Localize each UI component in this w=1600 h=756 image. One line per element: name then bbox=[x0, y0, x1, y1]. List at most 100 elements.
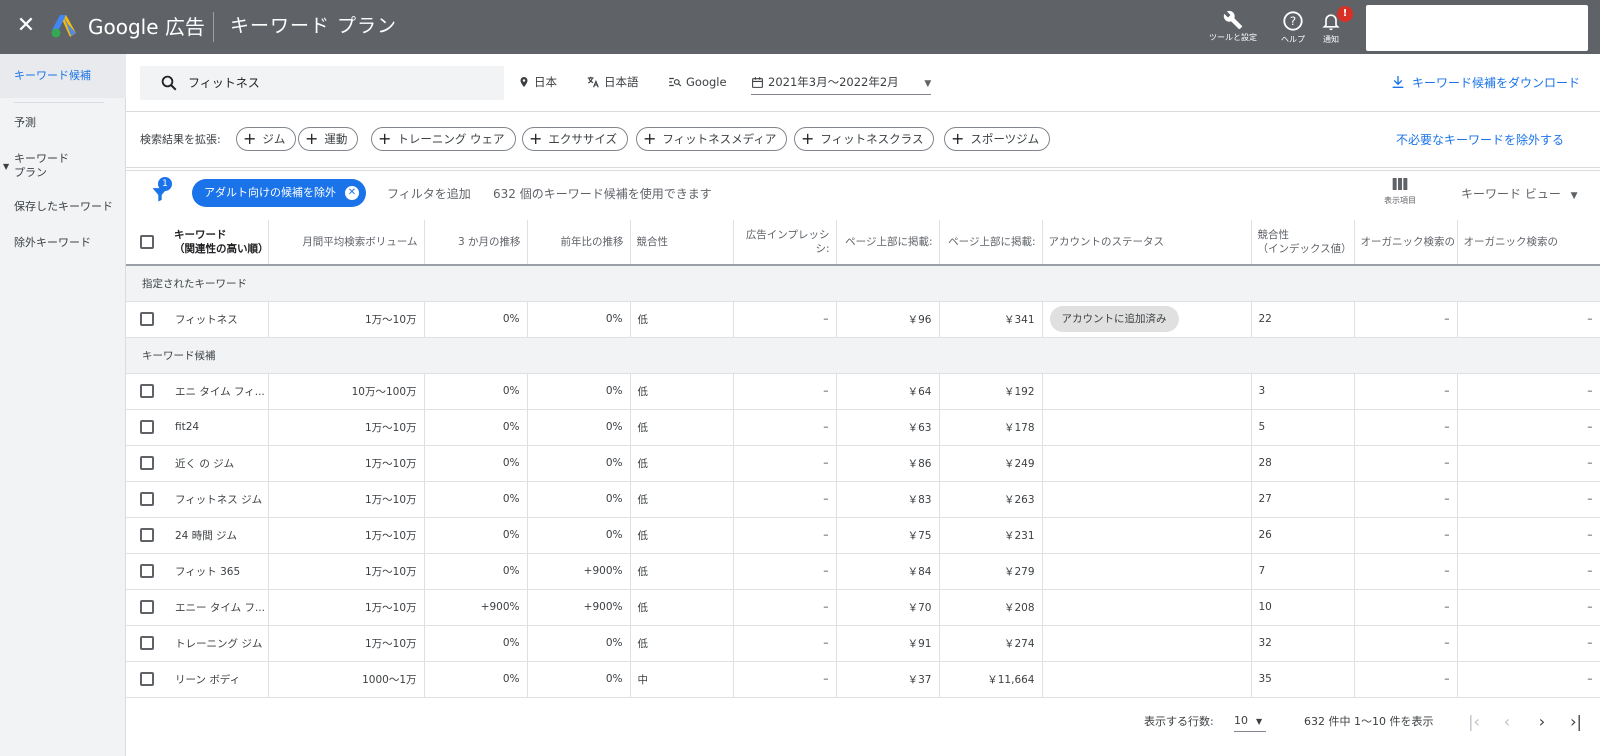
row-checkbox-cell bbox=[126, 481, 168, 518]
header-volume[interactable]: 月間平均検索ボリューム bbox=[268, 220, 425, 266]
columns-button[interactable]: 表示項目 bbox=[1378, 177, 1422, 206]
account-selector[interactable] bbox=[1366, 5, 1588, 51]
expand-chip[interactable]: + トレーニング ウェア bbox=[371, 127, 516, 151]
rows-per-page-select[interactable]: 10 ▼ bbox=[1234, 712, 1266, 732]
top-bid-high-cell: ￥249 bbox=[939, 445, 1043, 482]
table-row[interactable]: エニ タイム フィ... 10万～100万 0% 0% 低 – ￥64 ￥192 3– – bbox=[126, 373, 1600, 410]
table-row[interactable]: リーン ボディ 1000～1万 0% 0% 中 – ￥37 ￥11,664 35– – bbox=[126, 661, 1600, 698]
top-bid-high-cell: ￥279 bbox=[939, 553, 1043, 590]
network-selector[interactable]: Google bbox=[668, 74, 727, 90]
top-bid-high-cell: ￥178 bbox=[939, 409, 1043, 446]
sidebar-item-forecast[interactable]: 予測 bbox=[0, 116, 126, 130]
yoy-cell: +900% bbox=[527, 589, 631, 626]
row-checkbox[interactable] bbox=[140, 384, 154, 398]
kw-cell: エニ タイム フィ... bbox=[168, 373, 269, 410]
header-top-bid-high[interactable]: ページ上部に掲載: bbox=[939, 220, 1043, 266]
table-row[interactable]: フィットネス ジム 1万～10万 0% 0% 低 – ￥83 ￥263 27– – bbox=[126, 481, 1600, 518]
header-organic-2[interactable]: オーガニック検索の bbox=[1457, 220, 1600, 266]
sidebar: キーワード候補 予測 ▼ キーワード プラン 保存したキーワード 除外キーワード bbox=[0, 54, 126, 756]
plus-icon: + bbox=[643, 129, 657, 148]
header-top-bid-low[interactable]: ページ上部に掲載: bbox=[836, 220, 940, 266]
table-row[interactable]: フィット 365 1万～10万 0% +900% 低 – ￥84 ￥279 7– – bbox=[126, 553, 1600, 590]
expand-chip[interactable]: + スポーツジム bbox=[944, 127, 1051, 151]
table-row[interactable]: fit24 1万～10万 0% 0% 低 – ￥63 ￥178 5– – bbox=[126, 409, 1600, 446]
header-keyword[interactable]: キーワード （関連性の高い順） bbox=[168, 220, 269, 266]
status-chip: アカウントに追加済み bbox=[1049, 306, 1179, 332]
header-competition-index[interactable]: 競合性 （インデックス値） bbox=[1251, 220, 1355, 266]
row-checkbox-cell bbox=[126, 409, 168, 446]
sidebar-item-saved-keywords[interactable]: 保存したキーワード bbox=[0, 200, 126, 214]
exclude-keywords-link[interactable]: 不必要なキーワードを除外する bbox=[1396, 132, 1564, 148]
last-page-icon[interactable]: ›| bbox=[1566, 712, 1586, 732]
chip-label: フィットネスメディア bbox=[662, 132, 777, 146]
competition-index-cell: 22 bbox=[1251, 301, 1355, 338]
account-status-cell bbox=[1042, 589, 1252, 626]
translate-icon bbox=[587, 76, 599, 88]
organic-2-cell: – bbox=[1457, 517, 1600, 554]
top-bid-low-cell: ￥91 bbox=[836, 625, 940, 662]
notification-badge: ! bbox=[1337, 6, 1353, 22]
row-checkbox[interactable] bbox=[140, 564, 154, 578]
expand-chip[interactable]: + エクササイズ bbox=[522, 127, 629, 151]
pagination: 表示する行数: 10 ▼ 632 件中 1～10 件を表示 |‹ ‹ › ›| bbox=[126, 702, 1600, 742]
notifications-label: 通知 bbox=[1323, 35, 1339, 44]
competition-cell: 中 bbox=[630, 661, 734, 698]
header-account-status[interactable]: アカウントのステータス bbox=[1042, 220, 1252, 266]
row-checkbox[interactable] bbox=[140, 528, 154, 542]
plus-icon: + bbox=[529, 129, 543, 148]
table-row[interactable]: エニー タイム フ... 1万～10万 +900% +900% 低 – ￥70 ￥208 10–… bbox=[126, 589, 1600, 626]
sidebar-item-keyword-plan[interactable]: キーワード プラン bbox=[0, 152, 80, 180]
notifications-button[interactable]: ! 通知 bbox=[1305, 6, 1357, 54]
header-impression-share[interactable]: 広告インプレッシ シ: bbox=[733, 220, 837, 266]
expand-chip[interactable]: + 運動 bbox=[298, 127, 359, 151]
row-checkbox[interactable] bbox=[140, 312, 154, 326]
active-filter-chip[interactable]: アダルト向けの候補を除外 ✕ bbox=[192, 179, 366, 207]
expand-results-row: 検索結果を拡張: + ジム + 運動 + トレーニング ウェア + エクササイズ + フィ… bbox=[126, 112, 1600, 168]
search-query: フィットネス bbox=[188, 76, 260, 90]
row-checkbox[interactable] bbox=[140, 600, 154, 614]
account-status-cell bbox=[1042, 625, 1252, 662]
sidebar-item-negative-keywords[interactable]: 除外キーワード bbox=[0, 236, 126, 250]
search-input[interactable]: フィットネス bbox=[140, 66, 504, 100]
tools-settings-button[interactable]: ツールと設定 bbox=[1205, 8, 1261, 54]
volume-cell: 1万～10万 bbox=[268, 481, 425, 518]
header-yoy[interactable]: 前年比の推移 bbox=[527, 220, 631, 266]
row-checkbox[interactable] bbox=[140, 636, 154, 650]
select-all-checkbox[interactable] bbox=[140, 235, 154, 249]
organic-2-cell: – bbox=[1457, 661, 1600, 698]
expand-chip[interactable]: + フィットネスメディア bbox=[636, 127, 788, 151]
location-selector[interactable]: 日本 bbox=[518, 74, 557, 90]
expand-chip[interactable]: + ジム bbox=[236, 127, 297, 151]
expand-chip[interactable]: + フィットネスクラス bbox=[794, 127, 935, 151]
sidebar-divider bbox=[14, 102, 104, 103]
rows-per-page-value: 10 bbox=[1234, 714, 1248, 727]
table-row[interactable]: 24 時間 ジム 1万～10万 0% 0% 低 – ￥75 ￥231 26– – bbox=[126, 517, 1600, 554]
organic-2-cell: – bbox=[1457, 553, 1600, 590]
header-organic-1[interactable]: オーガニック検索の bbox=[1354, 220, 1458, 266]
kw-cell: フィット 365 bbox=[168, 553, 269, 590]
row-checkbox[interactable] bbox=[140, 672, 154, 686]
download-ideas-link[interactable]: キーワード候補をダウンロード bbox=[1390, 73, 1580, 92]
sidebar-item-keyword-ideas[interactable]: キーワード候補 bbox=[0, 54, 126, 98]
view-selector[interactable]: キーワード ビュー ▼ bbox=[1461, 186, 1578, 204]
organic-2-cell: – bbox=[1457, 589, 1600, 626]
add-filter-button[interactable]: フィルタを追加 bbox=[387, 186, 471, 202]
date-range-selector[interactable]: 2021年3月～2022年2月 ▼ bbox=[751, 74, 932, 95]
header-competition[interactable]: 競合性 bbox=[630, 220, 734, 266]
row-checkbox[interactable] bbox=[140, 456, 154, 470]
row-checkbox[interactable] bbox=[140, 492, 154, 506]
close-icon[interactable]: ✕ bbox=[14, 14, 38, 38]
remove-filter-icon[interactable]: ✕ bbox=[345, 186, 359, 200]
table-row[interactable]: トレーニング ジム 1万～10万 0% 0% 低 – ￥91 ￥274 32– – bbox=[126, 625, 1600, 662]
language-selector[interactable]: 日本語 bbox=[586, 74, 639, 90]
organic-1-cell: – bbox=[1354, 553, 1458, 590]
prev-page-icon[interactable]: ‹ bbox=[1497, 712, 1517, 732]
table-row[interactable]: フィットネス 1万～10万 0% 0% 低 – ￥96 ￥341 アカウントに追加済み 22– – bbox=[126, 301, 1600, 338]
header-three-month[interactable]: 3 か月の推移 bbox=[424, 220, 528, 266]
table-row[interactable]: 近く の ジム 1万～10万 0% 0% 低 – ￥86 ￥249 28– – bbox=[126, 445, 1600, 482]
yoy-cell: 0% bbox=[527, 409, 631, 446]
row-checkbox[interactable] bbox=[140, 420, 154, 434]
header-impression-share-label2: シ: bbox=[815, 243, 830, 255]
next-page-icon[interactable]: › bbox=[1532, 712, 1552, 732]
first-page-icon[interactable]: |‹ bbox=[1464, 712, 1484, 732]
